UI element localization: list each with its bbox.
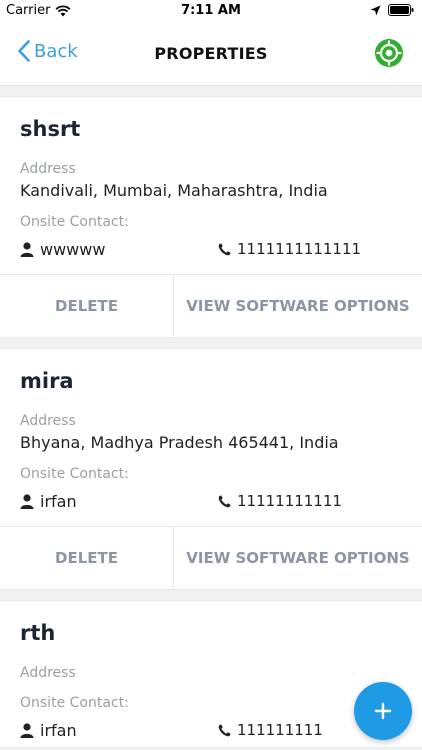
status-time: 7:11 AM <box>181 3 241 18</box>
contact-person: irfan <box>20 721 218 740</box>
contact-row: wwwww 1111111111111 <box>20 232 402 266</box>
address-label: Address <box>20 665 76 681</box>
property-name: mira <box>20 369 74 393</box>
phone-icon <box>218 243 231 255</box>
property-list: shsrt Address Kandivali, Mumbai, Maharas… <box>0 96 422 750</box>
battery-icon <box>388 4 414 16</box>
locate-button[interactable] <box>374 38 404 68</box>
phone-number: 111111111 <box>237 721 323 739</box>
onsite-contact-label: Onsite Contact: <box>20 466 129 482</box>
delete-button[interactable]: DELETE <box>0 527 174 589</box>
phone-icon <box>218 495 231 507</box>
property-card: mira Address Bhyana, Madhya Pradesh 4654… <box>0 348 422 590</box>
page-title: PROPERTIES <box>154 44 268 63</box>
plus-icon <box>374 702 392 720</box>
nav-bar: Back PROPERTIES <box>0 22 422 86</box>
address-label: Address <box>20 413 76 429</box>
phone-number: 11111111111 <box>237 492 342 510</box>
person-icon <box>20 241 34 257</box>
contact-phone[interactable]: 1111111111111 <box>218 240 361 258</box>
address-label: Address <box>20 161 76 177</box>
person-icon <box>20 493 34 509</box>
phone-icon <box>218 724 231 736</box>
property-name: rth <box>20 621 56 645</box>
contact-row: irfan 11111111111 <box>20 484 402 518</box>
delete-button[interactable]: DELETE <box>0 275 174 337</box>
person-icon <box>20 722 34 738</box>
view-software-options-button[interactable]: VIEW SOFTWARE OPTIONS <box>174 275 422 337</box>
location-arrow-icon <box>370 5 381 15</box>
contact-person: irfan <box>20 492 218 511</box>
contact-phone[interactable]: 111111111 <box>218 721 323 739</box>
card-actions: DELETE VIEW SOFTWARE OPTIONS <box>0 274 422 337</box>
add-property-button[interactable] <box>354 682 412 740</box>
property-card: shsrt Address Kandivali, Mumbai, Maharas… <box>0 96 422 338</box>
onsite-contact-label: Onsite Contact: <box>20 214 129 230</box>
card-actions: DELETE VIEW SOFTWARE OPTIONS <box>0 526 422 589</box>
contact-name: irfan <box>40 491 77 511</box>
address-value: Bhyana, Madhya Pradesh 465441, India <box>20 433 339 452</box>
contact-person: wwwww <box>20 240 218 259</box>
contact-phone[interactable]: 11111111111 <box>218 492 342 510</box>
status-bar: Carrier 7:11 AM <box>0 0 422 22</box>
onsite-contact-label: Onsite Contact: <box>20 695 129 711</box>
contact-name: irfan <box>40 720 77 740</box>
contact-name: wwwww <box>40 239 106 259</box>
phone-number: 1111111111111 <box>237 240 362 258</box>
view-software-options-button[interactable]: VIEW SOFTWARE OPTIONS <box>174 527 422 589</box>
status-right <box>370 4 414 16</box>
contact-row: irfan 111111111 <box>20 713 402 747</box>
address-value: Kandivali, Mumbai, Maharashtra, India <box>20 181 328 200</box>
property-name: shsrt <box>20 117 81 141</box>
